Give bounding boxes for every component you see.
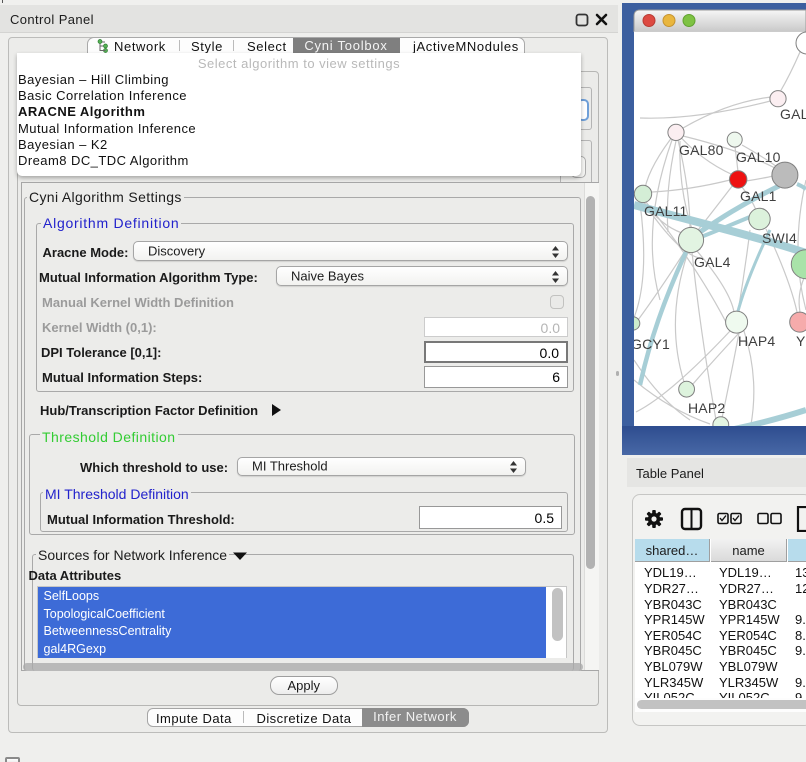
svg-text:GAL1: GAL1 <box>740 188 777 204</box>
svg-text:Y: Y <box>796 333 806 349</box>
svg-text:GAL11: GAL11 <box>644 203 688 219</box>
svg-text:HAP4: HAP4 <box>738 333 775 349</box>
svg-text:GAL7: GAL7 <box>780 106 806 122</box>
svg-text:GAL4: GAL4 <box>694 254 731 270</box>
svg-text:GCY1: GCY1 <box>631 336 670 352</box>
svg-text:SWI4: SWI4 <box>762 230 797 246</box>
svg-text:GAL80: GAL80 <box>679 142 724 158</box>
svg-text:GAL10: GAL10 <box>736 149 781 165</box>
svg-text:HAP2: HAP2 <box>688 400 725 416</box>
